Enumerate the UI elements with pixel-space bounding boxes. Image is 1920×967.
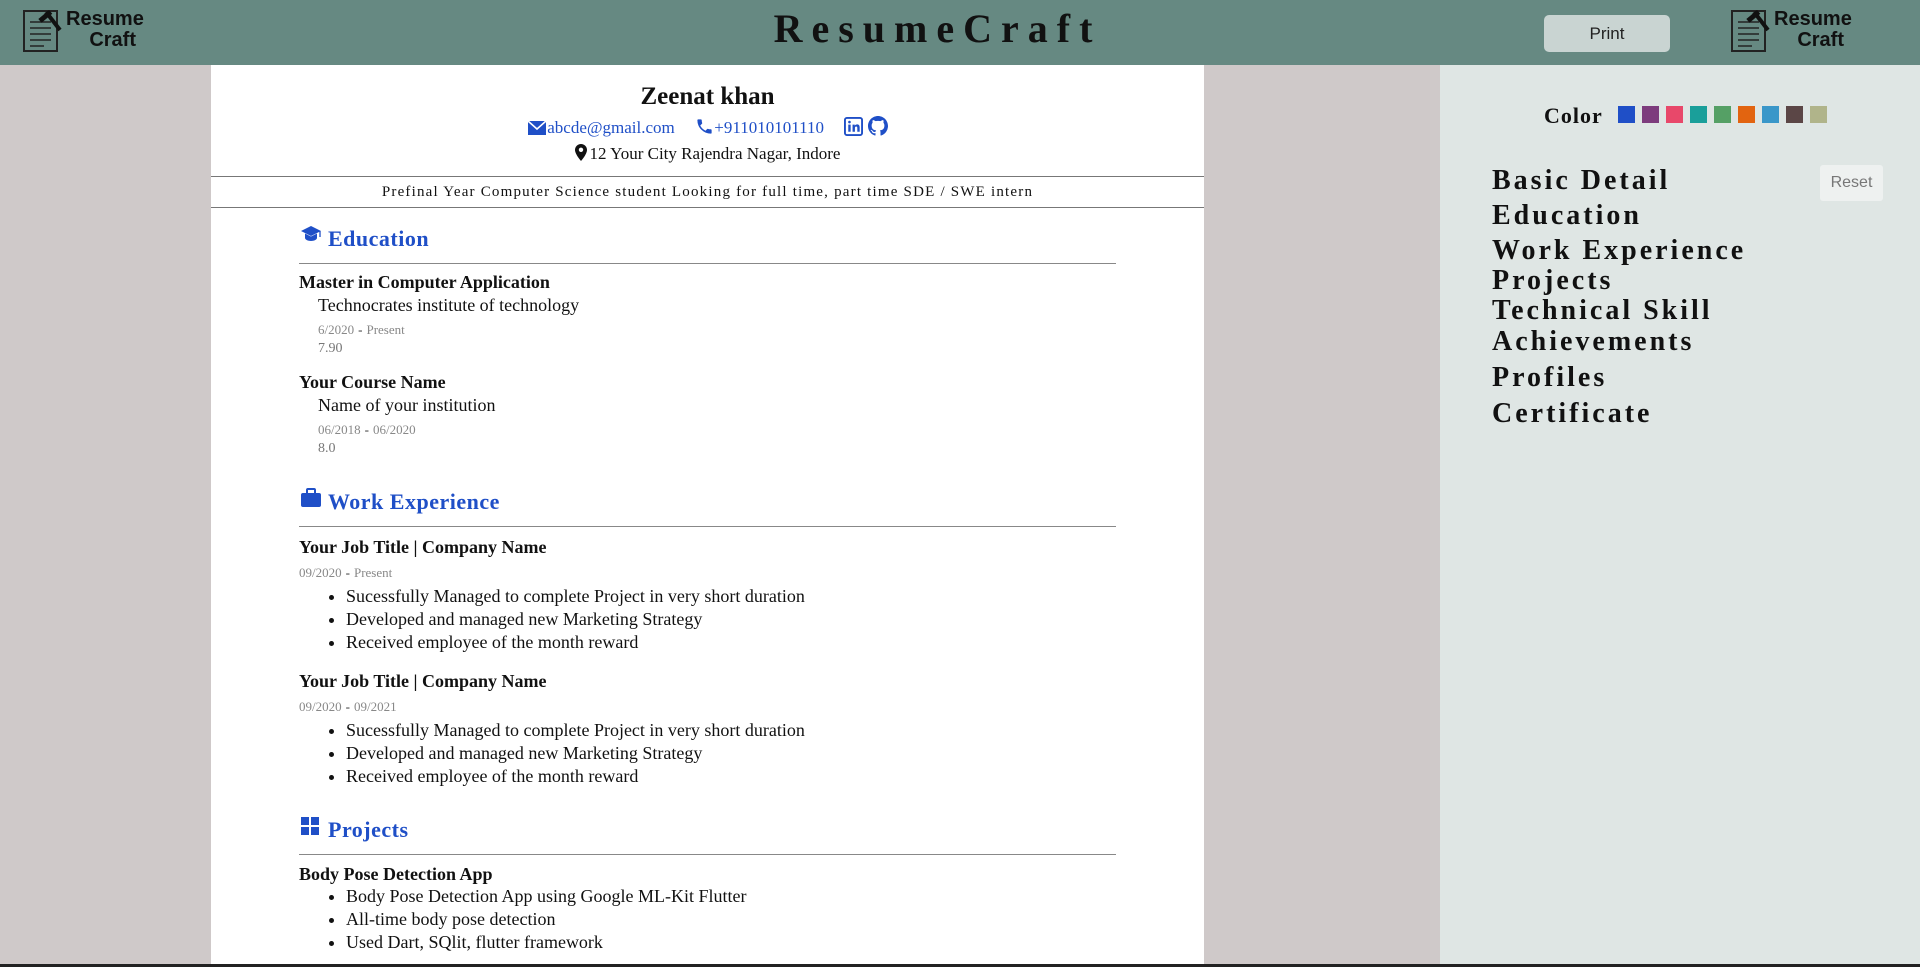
graduation-cap-icon <box>301 226 321 241</box>
color-swatch-green[interactable] <box>1714 106 1731 123</box>
job-title: Your Job Title | Company Name <box>299 537 547 557</box>
job-bullet: Sucessfully Managed to complete Project … <box>346 585 805 608</box>
resumecraft-logo-right[interactable]: Resume Craft <box>1730 8 1852 56</box>
project-title: Body Pose Detection App <box>299 864 493 884</box>
nav-technical-skill[interactable]: Technical Skill <box>1492 295 1713 327</box>
job-bullets: Sucessfully Managed to complete Project … <box>319 719 805 788</box>
nav-achievements[interactable]: Achievements <box>1492 326 1694 358</box>
job-bullet: Developed and managed new Marketing Stra… <box>346 742 805 765</box>
logo-line-2: Craft <box>1797 29 1844 51</box>
nav-profiles[interactable]: Profiles <box>1492 362 1607 394</box>
color-swatch-teal[interactable] <box>1690 106 1707 123</box>
education-score: 7.90 <box>318 341 343 356</box>
job-bullet: Received employee of the month reward <box>346 631 805 654</box>
github-icon[interactable] <box>867 116 888 136</box>
color-swatch-pink[interactable] <box>1666 106 1683 123</box>
job-bullet: Developed and managed new Marketing Stra… <box>346 608 805 631</box>
mail-icon <box>527 120 547 135</box>
education-score: 8.0 <box>318 441 336 456</box>
education-degree: Your Course Name <box>299 372 446 392</box>
contact-row: abcde@gmail.com +911010101110 <box>211 116 1204 138</box>
project-bullet: Body Pose Detection App using Google ML-… <box>346 885 746 908</box>
job-end-date: Present <box>353 565 393 580</box>
education-start-date: 06/2018 <box>318 422 361 437</box>
education-dates: 6/2020- Present <box>318 322 405 337</box>
experience-section-header: Work Experience <box>299 486 1116 527</box>
resume-name: Zeenat khan <box>640 83 775 110</box>
resume-preview: Zeenat khan abcde@gmail.com +91101010111… <box>211 65 1204 967</box>
nav-work-experience[interactable]: Work Experience <box>1492 235 1746 267</box>
experience-heading: Work Experience <box>328 489 500 514</box>
editor-panel: Color Reset Basic Detail Education Work … <box>1440 65 1920 967</box>
phone-link[interactable]: +911010101110 <box>714 118 824 137</box>
job-bullets: Sucessfully Managed to complete Project … <box>319 585 805 654</box>
linkedin-icon[interactable] <box>844 117 864 136</box>
color-label: Color <box>1544 103 1603 128</box>
grid-icon <box>301 817 319 835</box>
nav-projects[interactable]: Projects <box>1492 265 1613 297</box>
job-start-date: 09/2020 <box>299 699 342 714</box>
job-title: Your Job Title | Company Name <box>299 671 547 691</box>
resume-logo-icon <box>1731 9 1770 52</box>
color-swatch-sky-blue[interactable] <box>1762 106 1779 123</box>
nav-certificate[interactable]: Certificate <box>1492 398 1652 430</box>
job-bullet: Received employee of the month reward <box>346 765 805 788</box>
print-button[interactable]: Print <box>1544 15 1670 52</box>
projects-heading: Projects <box>328 817 409 842</box>
job-bullet: Sucessfully Managed to complete Project … <box>346 719 805 742</box>
top-navbar: Resume Craft ResumeCraft Print Resume Cr… <box>0 0 1920 65</box>
color-swatch-orange[interactable] <box>1738 106 1755 123</box>
project-bullet: Used Dart, SQlit, flutter framework <box>346 931 746 954</box>
reset-button[interactable]: Reset <box>1820 165 1883 201</box>
education-dates: 06/2018-06/2020 <box>318 422 416 437</box>
education-end-date: Present <box>366 322 405 337</box>
email-link[interactable]: abcde@gmail.com <box>547 118 675 137</box>
education-start-date: 6/2020 <box>318 322 355 337</box>
logo-line-1: Resume <box>1774 8 1852 30</box>
briefcase-icon <box>301 488 321 507</box>
project-bullets: Body Pose Detection App using Google ML-… <box>319 885 746 954</box>
education-degree: Master in Computer Application <box>299 272 550 292</box>
education-section-header: Education <box>299 223 1116 264</box>
address-text: 12 Your City Rajendra Nagar, Indore <box>589 144 841 163</box>
education-heading: Education <box>328 226 430 251</box>
job-dates: 09/2020- Present <box>299 565 393 580</box>
address-line: 12 Your City Rajendra Nagar, Indore <box>211 144 1204 164</box>
projects-section-header: Projects <box>299 814 1116 855</box>
nav-education[interactable]: Education <box>1492 200 1642 232</box>
color-swatch-khaki[interactable] <box>1810 106 1827 123</box>
location-pin-icon <box>574 144 587 161</box>
nav-basic-detail[interactable]: Basic Detail <box>1492 165 1670 197</box>
education-end-date: 06/2020 <box>372 422 416 437</box>
education-institution: Name of your institution <box>318 395 496 415</box>
job-end-date: 09/2021 <box>353 699 397 714</box>
color-swatch-brown[interactable] <box>1786 106 1803 123</box>
job-dates: 09/2020-09/2021 <box>299 699 397 714</box>
education-institution: Technocrates institute of technology <box>318 295 580 315</box>
objective-statement: Prefinal Year Computer Science student L… <box>211 176 1204 208</box>
logo-text: Resume Craft <box>1774 8 1852 51</box>
job-start-date: 09/2020 <box>299 565 342 580</box>
color-swatch-blue[interactable] <box>1618 106 1635 123</box>
color-swatch-purple[interactable] <box>1642 106 1659 123</box>
project-bullet: All-time body pose detection <box>346 908 746 931</box>
phone-icon <box>697 119 712 134</box>
